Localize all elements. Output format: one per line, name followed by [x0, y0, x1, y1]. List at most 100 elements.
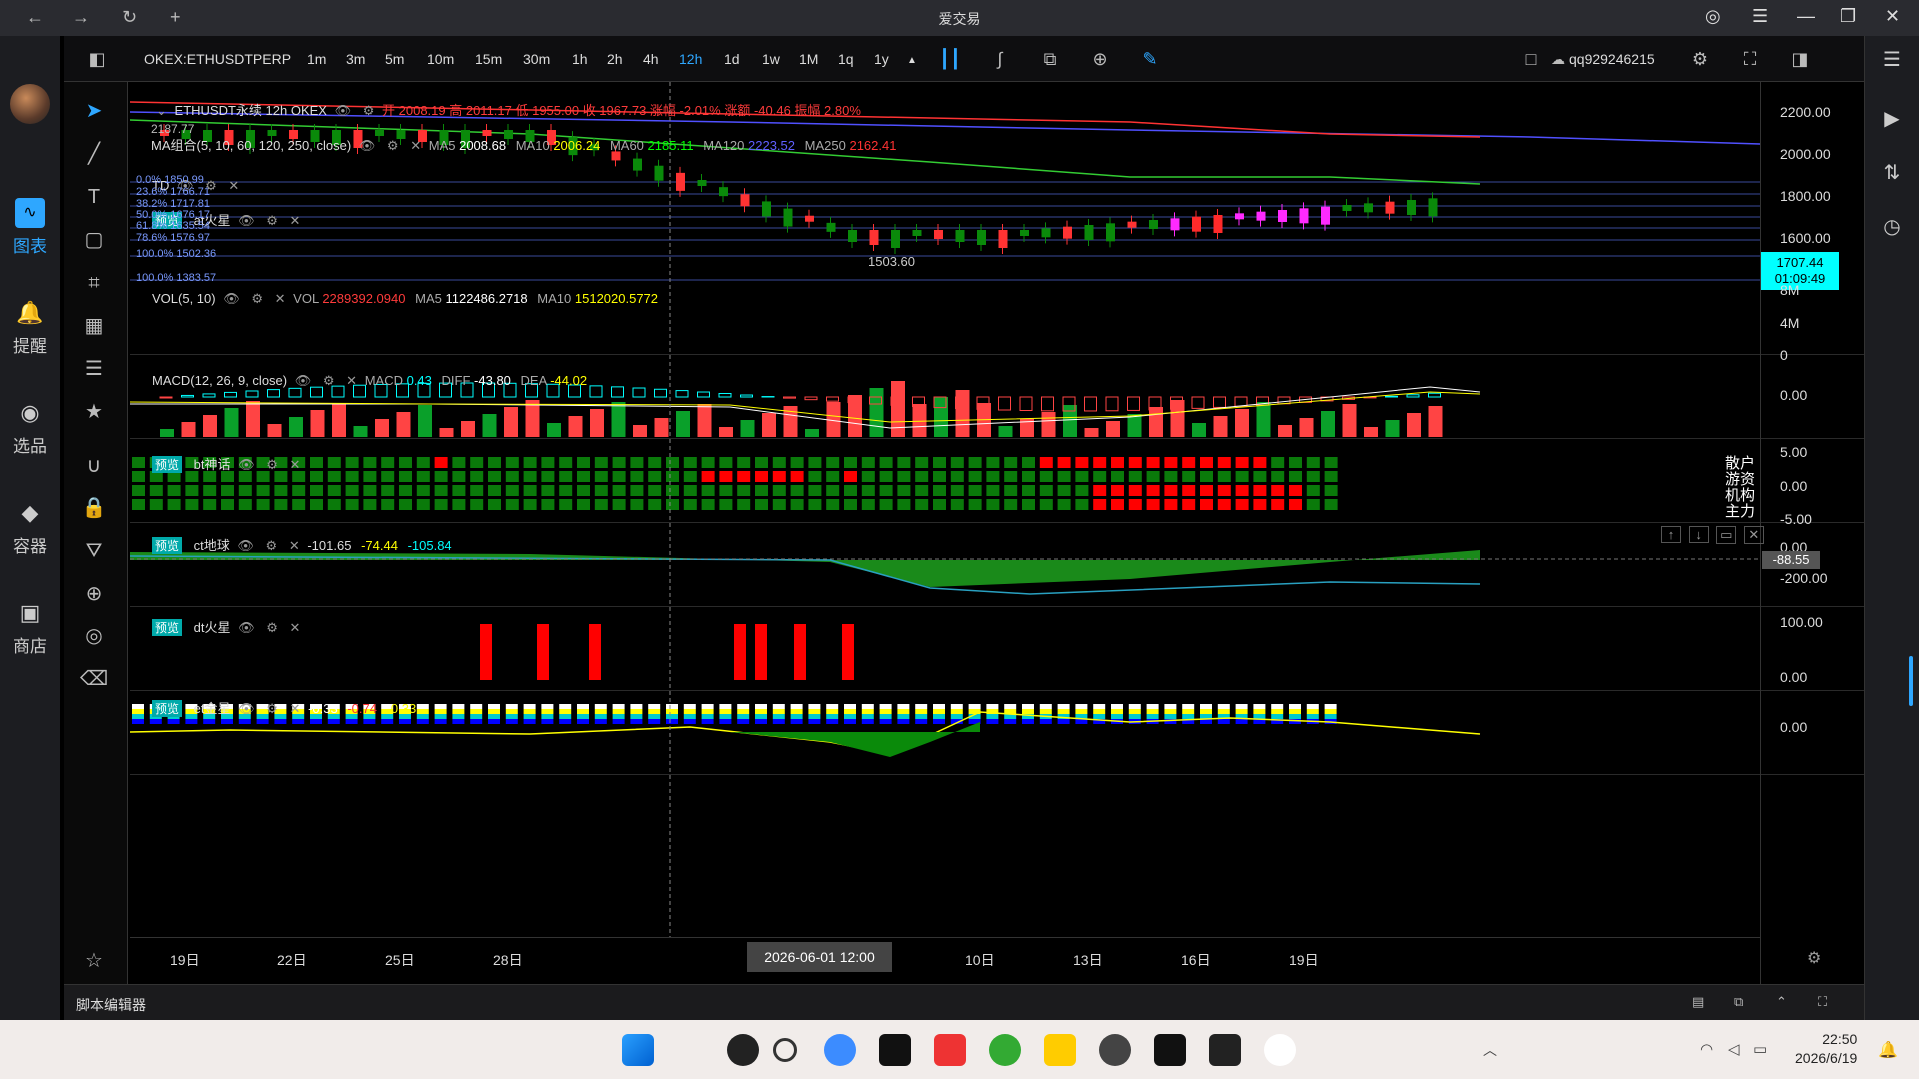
layout-icon[interactable]: ◧ — [84, 46, 110, 72]
more-timeframes-icon[interactable]: ▲ — [907, 55, 917, 66]
star-tool-icon[interactable]: ★ — [79, 397, 109, 427]
gear-icon[interactable]: ⚙ — [323, 373, 335, 388]
close-icon[interactable]: ✕ — [275, 291, 286, 306]
nav-item-alerts[interactable]: 🔔 提醒 — [0, 298, 60, 357]
crop-tool-icon[interactable]: ⌗ — [79, 268, 109, 298]
eye-icon[interactable]: 👁 — [238, 457, 255, 472]
tab-timeframe[interactable]: 1m — [307, 51, 326, 67]
windows-start-icon[interactable] — [622, 1034, 654, 1066]
close-icon[interactable]: ✕ — [346, 373, 357, 388]
draw-icon[interactable]: ✎ — [1137, 46, 1163, 72]
filter-tool-icon[interactable]: ⛛ — [79, 536, 109, 566]
tab-timeframe[interactable]: 1w — [762, 51, 780, 67]
close-icon[interactable]: ✕ — [290, 701, 301, 716]
export-icon[interactable]: ⧉ — [1734, 994, 1743, 1010]
app-icon[interactable] — [727, 1034, 759, 1066]
qc-icon[interactable] — [1209, 1034, 1241, 1066]
wps-icon[interactable] — [934, 1034, 966, 1066]
nav-item-screener[interactable]: ◉ 选品 — [0, 398, 60, 457]
tab-timeframe[interactable]: 5m — [385, 51, 404, 67]
avatar[interactable] — [10, 84, 50, 124]
clock-icon[interactable]: ◷ — [1877, 212, 1907, 242]
add-indicator-icon[interactable]: ⊕ — [1087, 46, 1113, 72]
text-tool-icon[interactable]: T — [79, 182, 109, 212]
settings-icon[interactable]: ⚙ — [1687, 46, 1713, 72]
expand-icon[interactable]: ⌃ — [1776, 994, 1787, 1010]
trade-icon[interactable]: ⇅ — [1877, 158, 1907, 188]
tab-timeframe[interactable]: 3m — [346, 51, 365, 67]
tab-timeframe[interactable]: 1y — [874, 51, 889, 67]
chevron-up-icon[interactable]: ︿ — [1483, 1040, 1497, 1060]
eye-icon[interactable]: 👁 — [295, 373, 312, 388]
chat-app-icon[interactable] — [824, 1034, 856, 1066]
headset-icon[interactable]: ◎ — [1705, 6, 1721, 27]
candlestick-icon[interactable]: ┃┃ — [937, 46, 963, 72]
time-axis[interactable] — [130, 937, 1760, 938]
cloud-icon[interactable]: ☁ — [1545, 46, 1571, 72]
eye-icon[interactable]: 👁 — [238, 213, 255, 228]
speaker-icon[interactable]: ◁ — [1728, 1040, 1740, 1058]
tab-timeframe[interactable]: 4h — [643, 51, 659, 67]
tab-timeframe[interactable]: 15m — [475, 51, 502, 67]
close-icon[interactable]: ✕ — [1885, 6, 1900, 27]
target-tool-icon[interactable]: ⊕ — [79, 579, 109, 609]
obs-icon[interactable] — [1099, 1034, 1131, 1066]
pane-separator[interactable] — [130, 354, 1864, 355]
tiktok-icon[interactable] — [1154, 1034, 1186, 1066]
save-icon[interactable]: ▤ — [1692, 994, 1704, 1010]
symbol-selector[interactable]: OKEX:ETHUSDTPERP — [144, 51, 291, 67]
eye-icon[interactable]: 👁 — [238, 701, 255, 716]
pane-separator[interactable] — [130, 522, 1864, 523]
fullscreen-icon[interactable]: ⛶ — [1737, 46, 1763, 72]
pane-separator[interactable] — [130, 438, 1864, 439]
nav-item-chart[interactable]: ∿ 图表 — [0, 198, 60, 257]
gear-icon[interactable]: ⚙ — [363, 103, 375, 118]
tab-timeframe[interactable]: 1d — [724, 51, 740, 67]
close-pane-icon[interactable]: ✕ — [1743, 526, 1764, 544]
tab-timeframe[interactable]: 1M — [799, 51, 818, 67]
trendline-tool-icon[interactable]: ╱ — [79, 139, 109, 169]
search-icon[interactable] — [773, 1038, 797, 1062]
favorite-star-icon[interactable]: ☆ — [79, 946, 109, 976]
magnet-tool-icon[interactable]: ∪ — [79, 451, 109, 481]
gear-icon[interactable]: ⚙ — [266, 620, 278, 635]
eye-icon[interactable]: 👁 — [238, 620, 255, 635]
account-selector[interactable]: qq929246215 — [1569, 51, 1655, 67]
tab-timeframe-active[interactable]: 12h — [679, 51, 702, 67]
tab-timeframe[interactable]: 30m — [523, 51, 550, 67]
eye-tool-icon[interactable]: ◎ — [79, 621, 109, 651]
compare-icon[interactable]: ⧉ — [1037, 46, 1063, 72]
axis-settings-icon[interactable]: ⚙ — [1807, 948, 1821, 968]
nav-item-store[interactable]: ▣ 商店 — [0, 598, 60, 657]
move-down-icon[interactable]: ↓ — [1688, 526, 1709, 543]
eraser-tool-icon[interactable]: ⌫ — [79, 664, 109, 694]
eye-icon[interactable]: 👁 — [359, 138, 376, 153]
gear-icon[interactable]: ⚙ — [266, 538, 278, 553]
close-icon[interactable]: ✕ — [290, 620, 301, 635]
chart-canvas[interactable] — [130, 82, 1760, 937]
close-icon[interactable]: ✕ — [228, 178, 239, 193]
gear-icon[interactable]: ⚙ — [266, 213, 278, 228]
close-icon[interactable]: ✕ — [290, 457, 301, 472]
pane-separator[interactable] — [130, 690, 1864, 691]
browser-icon[interactable] — [989, 1034, 1021, 1066]
collapse-icon[interactable]: ⌄ — [156, 103, 167, 118]
restore-icon[interactable]: ❐ — [1840, 6, 1856, 27]
notification-icon[interactable]: 🔔 — [1878, 1040, 1898, 1060]
gear-icon[interactable]: ⚙ — [266, 457, 278, 472]
nav-item-container[interactable]: ◆ 容器 — [0, 498, 60, 557]
eye-icon[interactable]: 👁 — [223, 291, 240, 306]
menu-icon[interactable]: ☰ — [1752, 6, 1768, 27]
tiktok-icon[interactable] — [879, 1034, 911, 1066]
close-icon[interactable]: ✕ — [289, 538, 300, 553]
watchlist-icon[interactable]: ☰ — [1877, 45, 1907, 75]
fib-tool-icon[interactable]: ☰ — [79, 354, 109, 384]
panel-toggle-icon[interactable]: ◨ — [1787, 46, 1813, 72]
rectangle-tool-icon[interactable]: ▢ — [79, 225, 109, 255]
maximize-icon[interactable]: ⛶ — [1818, 994, 1827, 1010]
play-icon[interactable]: ▶ — [1877, 104, 1907, 134]
grid-tool-icon[interactable]: ▦ — [79, 311, 109, 341]
clock[interactable]: 22:50 2026/6/19 — [1795, 1030, 1857, 1068]
tab-timeframe[interactable]: 10m — [427, 51, 454, 67]
tab-timeframe[interactable]: 2h — [607, 51, 623, 67]
